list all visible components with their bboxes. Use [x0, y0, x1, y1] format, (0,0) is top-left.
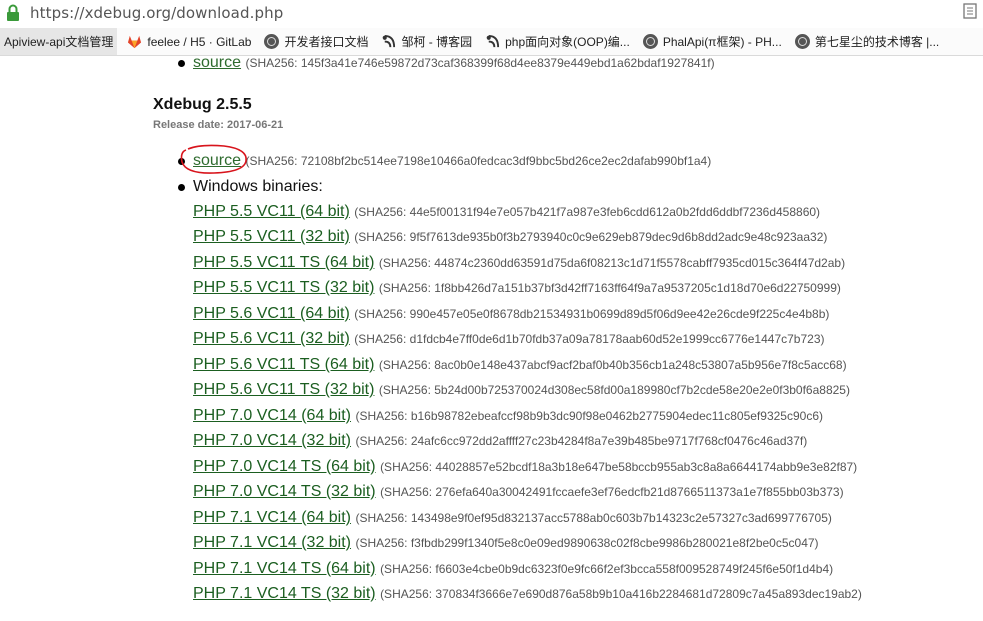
binary-row: PHP 5.6 VC11 (64 bit) (SHA256: 990e457e0…	[193, 305, 829, 323]
bookmark-apiview[interactable]: Apiview-api文档管理	[0, 28, 118, 55]
release-source-sha: (SHA256: 72108bf2bc514ee7198e10466a0fedc…	[245, 154, 712, 168]
globe-icon	[642, 34, 658, 49]
release-title: Xdebug 2.5.5	[153, 96, 252, 113]
binary-sha: (SHA256: 44028857e52bcdf18a3b18e647be58b…	[380, 460, 858, 474]
globe-icon	[794, 34, 810, 49]
binary-sha: (SHA256: 370834f3666e7e690d876a58b9b10a4…	[380, 587, 862, 601]
top-source-link[interactable]: source	[193, 54, 241, 71]
binary-sha: (SHA256: 5b24d00b725370024d308ec58fd00a1…	[378, 383, 850, 397]
bookmark-cnblogs-zouke[interactable]: 邹柯 - 博客园	[381, 33, 472, 50]
list-bullet	[178, 60, 185, 67]
binary-link[interactable]: PHP 5.6 VC11 (32 bit)	[193, 330, 350, 347]
binary-link[interactable]: PHP 7.1 VC14 TS (64 bit)	[193, 560, 376, 577]
address-bar[interactable]: https://xdebug.org/download.php	[0, 0, 983, 28]
binary-row: PHP 5.5 VC11 TS (64 bit) (SHA256: 44874c…	[193, 254, 845, 272]
binary-row: PHP 5.5 VC11 TS (32 bit) (SHA256: 1f8bb4…	[193, 279, 841, 297]
gitlab-icon	[128, 35, 142, 49]
binary-link[interactable]: PHP 7.0 VC14 TS (32 bit)	[193, 483, 376, 500]
bookmark-label: php面向对象(OOP)编...	[505, 35, 630, 49]
binary-link[interactable]: PHP 5.6 VC11 (64 bit)	[193, 305, 350, 322]
binary-link[interactable]: PHP 5.5 VC11 (64 bit)	[193, 203, 350, 220]
binary-link[interactable]: PHP 7.1 VC14 TS (32 bit)	[193, 585, 376, 602]
bookmark-label: Apiview-api文档管理	[4, 35, 114, 49]
binary-link[interactable]: PHP 5.5 VC11 (32 bit)	[193, 228, 350, 245]
binary-row: PHP 7.1 VC14 TS (32 bit) (SHA256: 370834…	[193, 585, 862, 603]
binary-row: PHP 7.0 VC14 (32 bit) (SHA256: 24afc6cc9…	[193, 432, 807, 450]
binary-row: PHP 5.6 VC11 TS (64 bit) (SHA256: 8ac0b0…	[193, 356, 847, 374]
binary-link[interactable]: PHP 5.6 VC11 TS (64 bit)	[193, 356, 374, 373]
windows-binaries-label: Windows binaries:	[193, 178, 323, 195]
binary-sha: (SHA256: f6603e4cbe0b9dc6323f0e9fc66f2ef…	[380, 562, 834, 576]
binary-link[interactable]: PHP 5.5 VC11 TS (64 bit)	[193, 254, 374, 271]
globe-icon	[264, 34, 280, 49]
page-menu-icon[interactable]	[963, 2, 979, 22]
binary-link[interactable]: PHP 7.0 VC14 (32 bit)	[193, 432, 351, 449]
binary-sha: (SHA256: 1f8bb426d7a151b37bf3d42ff7163ff…	[378, 281, 841, 295]
binary-sha: (SHA256: 143498e9f0ef95d832137acc5788ab0…	[355, 511, 832, 525]
binary-sha: (SHA256: 276efa640a30042491fccaefe3ef76e…	[380, 485, 844, 499]
bookmark-dev-docs[interactable]: 开发者接口文档	[264, 33, 368, 50]
bookmark-label: PhalApi(π框架) - PH...	[662, 35, 782, 49]
bookmark-label: 邹柯 - 博客园	[401, 35, 473, 49]
binary-sha: (SHA256: b16b98782ebeafccf98b9b3dc90f98e…	[355, 409, 823, 423]
binary-link[interactable]: PHP 5.6 VC11 TS (32 bit)	[193, 381, 374, 398]
release-date: Release date: 2017-06-21	[153, 119, 284, 131]
binary-row: PHP 5.6 VC11 (32 bit) (SHA256: d1fdcb4e7…	[193, 330, 825, 348]
binary-sha: (SHA256: 44874c2360dd63591d75da6f08213c1…	[378, 256, 846, 270]
binary-link[interactable]: PHP 7.1 VC14 (64 bit)	[193, 509, 351, 526]
binary-row: PHP 7.1 VC14 TS (64 bit) (SHA256: f6603e…	[193, 560, 833, 578]
red-circle-annotation	[180, 144, 247, 174]
url-text[interactable]: https://xdebug.org/download.php	[30, 4, 283, 22]
cnblogs-icon	[383, 34, 396, 48]
binary-row: PHP 7.1 VC14 (32 bit) (SHA256: f3fbdb299…	[193, 534, 819, 552]
bookmark-label: 开发者接口文档	[284, 35, 369, 49]
bookmark-label: feelee / H5 · GitLab	[147, 34, 252, 49]
binary-sha: (SHA256: 8ac0b0e148e437abcf9acf2baf0b40b…	[378, 358, 847, 372]
cnblogs-icon	[486, 34, 500, 48]
binary-link[interactable]: PHP 7.0 VC14 TS (64 bit)	[193, 458, 376, 475]
binary-sha: (SHA256: f3fbdb299f1340f5e8c0e09ed989063…	[355, 536, 819, 550]
binary-sha: (SHA256: 24afc6cc972dd2affff27c23b4284f8…	[355, 434, 808, 448]
list-bullet	[178, 184, 185, 191]
bookmark-phalapi[interactable]: PhalApi(π框架) - PH...	[642, 33, 782, 50]
binary-sha: (SHA256: d1fdcb4e7ff0de6d1b70fdb37a09a78…	[354, 332, 825, 346]
binary-row: PHP 7.1 VC14 (64 bit) (SHA256: 143498e9f…	[193, 509, 832, 527]
top-source-sha: (SHA256: 145f3a41e746e59872d73caf368399f…	[245, 56, 715, 70]
binary-row: PHP 5.5 VC11 (64 bit) (SHA256: 44e5f0013…	[193, 203, 820, 221]
binary-sha: (SHA256: 990e457e05e0f8678db21534931b069…	[354, 307, 830, 321]
binary-row: PHP 7.0 VC14 (64 bit) (SHA256: b16b98782…	[193, 407, 823, 425]
binary-link[interactable]: PHP 5.5 VC11 TS (32 bit)	[193, 279, 374, 296]
binary-link[interactable]: PHP 7.0 VC14 (64 bit)	[193, 407, 351, 424]
binary-row: PHP 5.6 VC11 TS (32 bit) (SHA256: 5b24d0…	[193, 381, 850, 399]
top-source-row: source (SHA256: 145f3a41e746e59872d73caf…	[193, 54, 715, 72]
release-source-row: source (SHA256: 72108bf2bc514ee7198e1046…	[193, 152, 711, 170]
binary-row: PHP 7.0 VC14 TS (32 bit) (SHA256: 276efa…	[193, 483, 844, 501]
lock-icon	[7, 4, 19, 21]
binary-row: PHP 7.0 VC14 TS (64 bit) (SHA256: 440288…	[193, 458, 857, 476]
bookmark-tech-blog[interactable]: 第七星尘的技术博客 |...	[794, 33, 940, 50]
binary-sha: (SHA256: 9f5f7613de935b0f3b2793940c0c9e6…	[354, 230, 828, 244]
bookmark-label: 第七星尘的技术博客 |...	[814, 35, 940, 49]
bookmark-gitlab[interactable]: feelee / H5 · GitLab	[127, 34, 251, 49]
bookmarks-bar: Apiview-api文档管理 feelee / H5 · GitLab 开发者…	[0, 28, 983, 56]
binary-sha: (SHA256: 44e5f00131f94e7e057b421f7a987e3…	[354, 205, 821, 219]
binary-link[interactable]: PHP 7.1 VC14 (32 bit)	[193, 534, 351, 551]
binary-row: PHP 5.5 VC11 (32 bit) (SHA256: 9f5f7613d…	[193, 228, 827, 246]
bookmark-php-oop[interactable]: php面向对象(OOP)编...	[485, 33, 630, 50]
